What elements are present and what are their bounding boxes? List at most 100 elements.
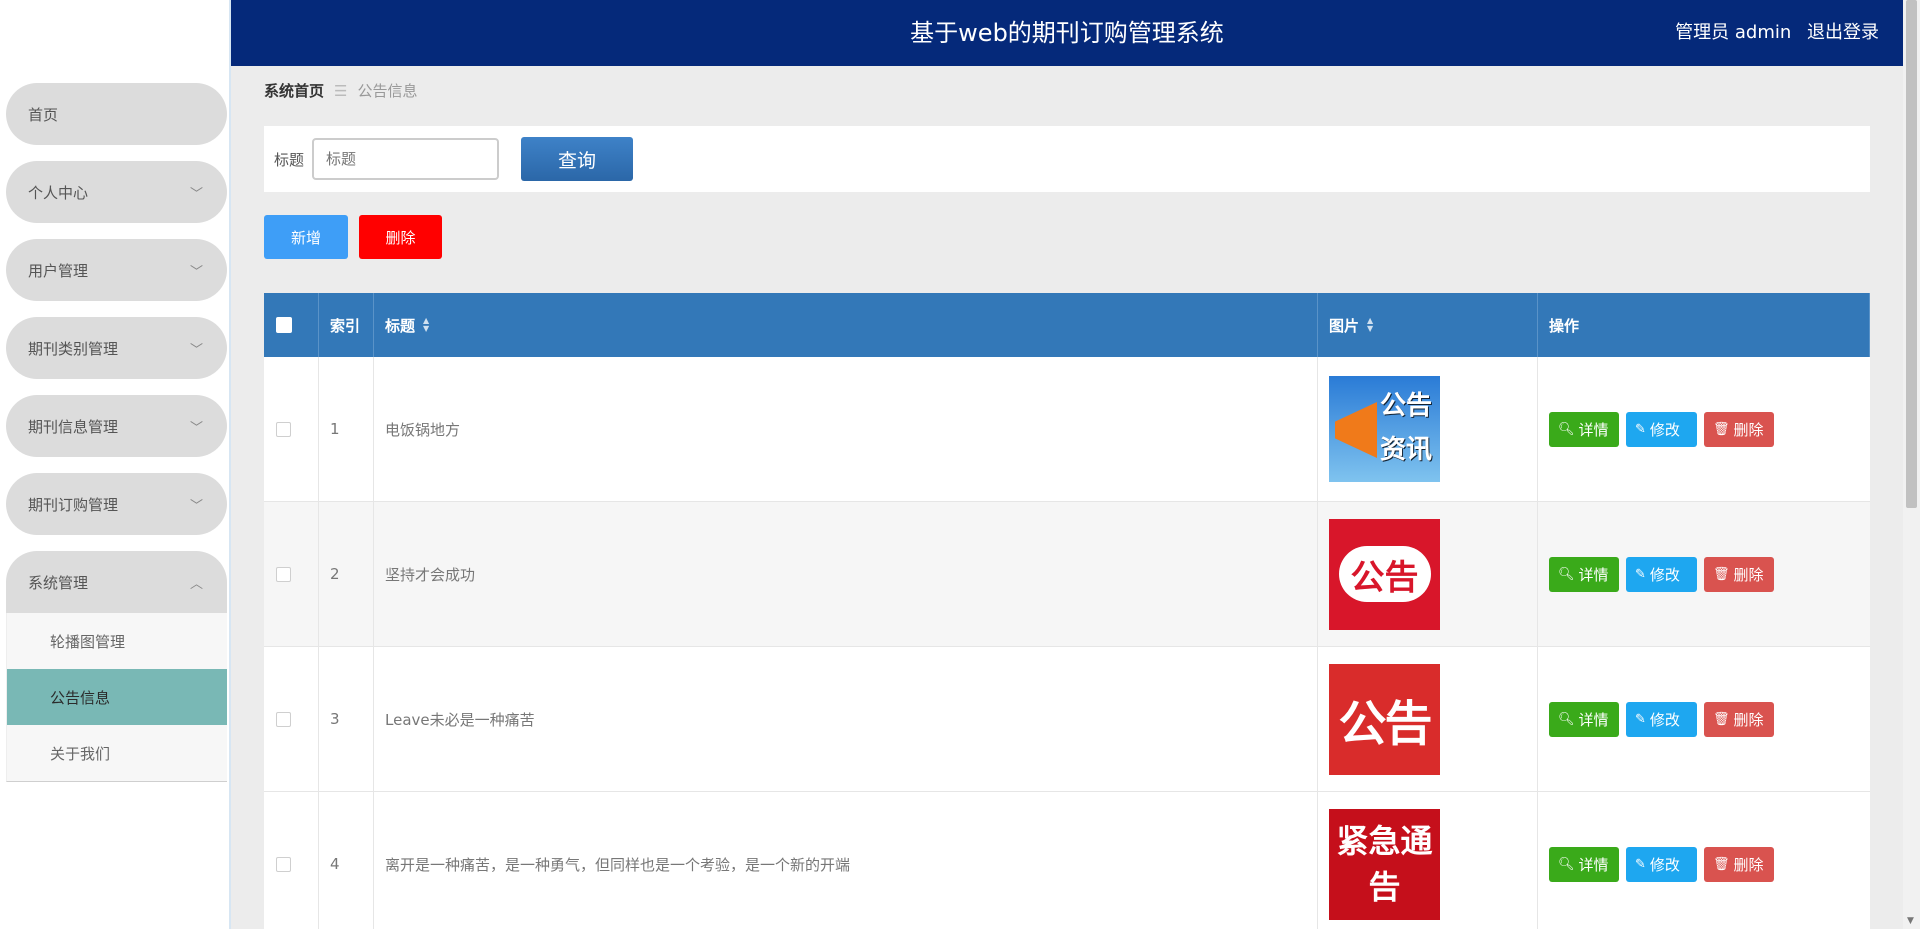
edit-icon: ✎: [1635, 856, 1646, 872]
page-scrollbar[interactable]: ▼: [1903, 0, 1920, 929]
column-header-title[interactable]: 标题 ▲ ▼: [374, 293, 1318, 357]
edit-button[interactable]: ✎ 修改: [1626, 701, 1697, 737]
announcement-image[interactable]: 公告资讯: [1329, 376, 1440, 482]
delete-button[interactable]: 🗑︎ 删除: [1704, 846, 1774, 882]
sidebar-item-label: 期刊订购管理: [28, 495, 119, 514]
column-header-label: 图片: [1329, 316, 1360, 335]
sort-icon[interactable]: ▲ ▼: [1367, 317, 1373, 333]
row-image-cell: 公告资讯: [1318, 357, 1538, 501]
row-image-cell: 紧急通告: [1318, 792, 1538, 929]
sidebar-subitem-about-us[interactable]: 关于我们: [7, 725, 227, 781]
row-title: Leave未必是一种痛苦: [374, 647, 1318, 791]
detail-button[interactable]: 🔍︎ 详情: [1549, 846, 1619, 882]
announcement-image[interactable]: 公告: [1329, 518, 1440, 630]
sidebar-item-label: 期刊类别管理: [28, 339, 119, 358]
row-index: 4: [319, 792, 374, 929]
button-label: 修改: [1649, 855, 1680, 874]
delete-button[interactable]: 🗑︎ 删除: [1704, 701, 1774, 737]
row-actions: 🔍︎ 详情 ✎ 修改 🗑︎ 删除: [1538, 357, 1870, 501]
row-checkbox-cell: [264, 502, 319, 646]
logout-link[interactable]: 退出登录: [1807, 22, 1879, 43]
sidebar-item-journal-info[interactable]: 期刊信息管理 ﹀: [6, 395, 227, 457]
sidebar-item-journal-category[interactable]: 期刊类别管理 ﹀: [6, 317, 227, 379]
megaphone-icon: [1335, 402, 1377, 458]
sidebar-item-personal-center[interactable]: 个人中心 ﹀: [6, 161, 227, 223]
button-label: 详情: [1578, 855, 1609, 874]
sidebar-item-system-management[interactable]: 系统管理 ︿: [6, 551, 227, 613]
app-title: 基于web的期刊订购管理系统: [910, 19, 1224, 47]
row-index: 1: [319, 357, 374, 501]
column-header-label: 标题: [385, 316, 416, 335]
button-label: 删除: [1733, 565, 1764, 584]
row-checkbox[interactable]: [276, 856, 291, 872]
table-header: 索引 标题 ▲ ▼ 图片 ▲ ▼ 操作: [264, 293, 1870, 357]
trash-icon: 🗑︎: [1713, 566, 1730, 582]
row-index: 3: [319, 647, 374, 791]
sidebar-item-label: 系统管理: [28, 573, 89, 592]
button-label: 详情: [1578, 565, 1609, 584]
add-button[interactable]: 新增: [264, 215, 348, 259]
row-image-cell: 公告: [1318, 647, 1538, 791]
sidebar-item-label: 个人中心: [28, 183, 89, 202]
search-panel: 标题 查询: [264, 126, 1870, 192]
sidebar-subitem-label: 关于我们: [50, 744, 111, 763]
row-title: 坚持才会成功: [374, 502, 1318, 646]
breadcrumb-separator-icon: ☰: [334, 82, 348, 100]
row-title: 电饭锅地方: [374, 357, 1318, 501]
detail-button[interactable]: 🔍︎ 详情: [1549, 411, 1619, 447]
search-icon: 🔍︎: [1558, 856, 1575, 872]
column-header-actions: 操作: [1538, 293, 1870, 357]
sidebar-item-label: 首页: [28, 105, 59, 124]
edit-button[interactable]: ✎ 修改: [1626, 846, 1697, 882]
announcement-image[interactable]: 公告: [1329, 663, 1440, 775]
sidebar-subitem-label: 轮播图管理: [50, 632, 126, 651]
column-header-image[interactable]: 图片 ▲ ▼: [1318, 293, 1538, 357]
row-checkbox-cell: [264, 647, 319, 791]
edit-icon: ✎: [1635, 421, 1646, 437]
select-all-checkbox[interactable]: [276, 317, 292, 333]
sidebar-item-label: 用户管理: [28, 261, 89, 280]
image-caption: 公告: [1338, 696, 1432, 752]
sort-icon[interactable]: ▲ ▼: [423, 317, 429, 333]
scroll-down-arrow-icon[interactable]: ▼: [1907, 916, 1914, 926]
sidebar: 首页 个人中心 ﹀ 用户管理 ﹀ 期刊类别管理 ﹀ 期刊信息管理 ﹀ 期刊订购管…: [0, 0, 231, 929]
button-label: 修改: [1649, 420, 1680, 439]
chevron-down-icon: ﹀: [189, 264, 203, 280]
search-icon: 🔍︎: [1558, 566, 1575, 582]
breadcrumb: 系统首页 ☰ 公告信息: [264, 80, 417, 101]
table-row: 4 离开是一种痛苦，是一种勇气，但同样也是一个考验，是一个新的开端 紧急通告 🔍…: [264, 792, 1870, 929]
sidebar-subitem-carousel[interactable]: 轮播图管理: [7, 613, 227, 669]
delete-button[interactable]: 🗑︎ 删除: [1704, 411, 1774, 447]
detail-button[interactable]: 🔍︎ 详情: [1549, 701, 1619, 737]
top-header: 基于web的期刊订购管理系统 管理员 admin 退出登录: [231, 0, 1903, 66]
sidebar-subitem-announcement[interactable]: 公告信息: [7, 669, 227, 725]
batch-delete-button[interactable]: 删除: [359, 215, 442, 259]
sidebar-item-journal-order[interactable]: 期刊订购管理 ﹀: [6, 473, 227, 535]
chevron-down-icon: ﹀: [189, 420, 203, 436]
scrollbar-thumb[interactable]: [1906, 0, 1917, 508]
image-caption: 公告: [1338, 546, 1431, 602]
sidebar-item-user-management[interactable]: 用户管理 ﹀: [6, 239, 227, 301]
row-index: 2: [319, 502, 374, 646]
sidebar-item-label: 期刊信息管理: [28, 417, 119, 436]
edit-button[interactable]: ✎ 修改: [1626, 556, 1697, 592]
chevron-up-icon: ︿: [189, 576, 203, 592]
announcement-image[interactable]: 紧急通告: [1329, 808, 1440, 920]
delete-button[interactable]: 🗑︎ 删除: [1704, 556, 1774, 592]
title-search-input[interactable]: [312, 138, 500, 180]
row-checkbox[interactable]: [276, 711, 291, 727]
row-title: 离开是一种痛苦，是一种勇气，但同样也是一个考验，是一个新的开端: [374, 792, 1318, 929]
edit-button[interactable]: ✎ 修改: [1626, 411, 1697, 447]
search-label: 标题: [274, 150, 305, 169]
detail-button[interactable]: 🔍︎ 详情: [1549, 556, 1619, 592]
search-button[interactable]: 查询: [521, 137, 634, 181]
image-caption: 公告资讯: [1379, 391, 1432, 465]
button-label: 修改: [1649, 710, 1680, 729]
sidebar-menu: 首页 个人中心 ﹀ 用户管理 ﹀ 期刊类别管理 ﹀ 期刊信息管理 ﹀ 期刊订购管…: [6, 83, 227, 782]
sidebar-item-home[interactable]: 首页: [6, 83, 227, 145]
breadcrumb-home[interactable]: 系统首页: [264, 82, 324, 100]
row-checkbox[interactable]: [276, 566, 291, 582]
header-checkbox-cell: [264, 293, 319, 357]
row-checkbox[interactable]: [276, 421, 291, 437]
row-actions: 🔍︎ 详情 ✎ 修改 🗑︎ 删除: [1538, 502, 1870, 646]
